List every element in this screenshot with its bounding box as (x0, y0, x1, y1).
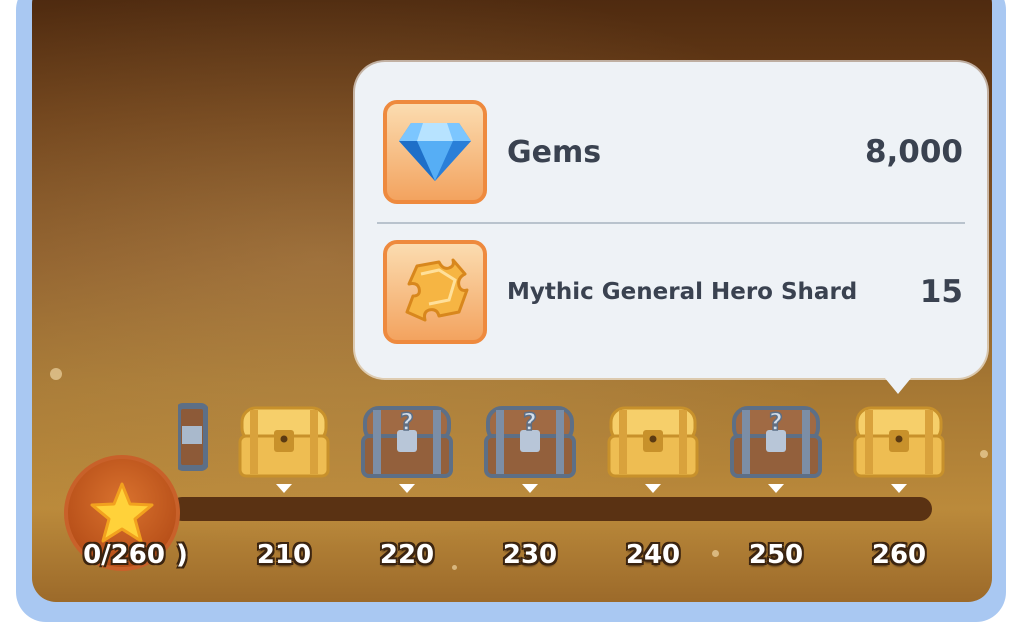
mystery-chest-icon[interactable]: ? (728, 396, 824, 480)
sparkle (980, 450, 988, 458)
milestone-marker (399, 484, 415, 493)
reward-tooltip: Gems 8,000 Mythic General Hero Shard 15 (355, 62, 987, 378)
reward-row-gems: Gems 8,000 (383, 100, 963, 210)
milestone-marker (276, 484, 292, 493)
progress-track (170, 497, 932, 521)
reward-name: Mythic General Hero Shard (507, 279, 858, 305)
milestone-label: 230 (502, 540, 558, 570)
milestone-marker (768, 484, 784, 493)
reward-amount: 8,000 (864, 134, 963, 170)
reward-icon-box (383, 100, 487, 204)
svg-text:?: ? (523, 408, 537, 436)
milestone-marker (645, 484, 661, 493)
reward-row-hero-shard: Mythic General Hero Shard 15 (383, 240, 963, 350)
partial-chest-icon[interactable] (178, 396, 208, 480)
divider (377, 222, 965, 224)
mystery-chest-icon[interactable]: ? (482, 396, 578, 480)
gem-icon (399, 123, 471, 181)
tooltip-pointer (880, 372, 916, 394)
milestone-label: 220 (379, 540, 435, 570)
partial-milestone-label: ) (176, 540, 188, 570)
reward-amount: 15 (919, 274, 963, 310)
milestone-marker (891, 484, 907, 493)
star-icon (90, 482, 154, 543)
svg-text:?: ? (769, 408, 783, 436)
mystery-chest-icon[interactable]: ? (359, 396, 455, 480)
sparkle (712, 550, 719, 557)
sparkle (452, 565, 457, 570)
milestone-marker (522, 484, 538, 493)
sparkle (50, 368, 62, 380)
reward-icon-box (383, 240, 487, 344)
gold-chest-icon[interactable] (236, 396, 332, 480)
milestone-label: 260 (871, 540, 927, 570)
puzzle-shard-icon (405, 258, 469, 322)
milestone-label: 240 (625, 540, 681, 570)
gold-chest-icon[interactable] (851, 396, 947, 480)
milestone-label: 210 (256, 540, 312, 570)
progress-count: 0/260 (83, 540, 165, 570)
svg-text:?: ? (400, 408, 414, 436)
reward-name: Gems (507, 134, 602, 170)
milestone-label: 250 (748, 540, 804, 570)
gold-chest-icon[interactable] (605, 396, 701, 480)
